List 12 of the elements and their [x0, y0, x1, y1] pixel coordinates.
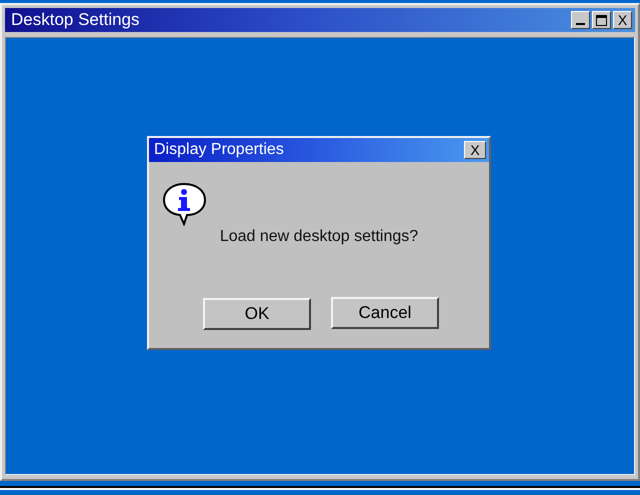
dialog-title: Display Properties: [154, 141, 284, 159]
dialog-button[interactable]: OK: [203, 298, 311, 330]
window-title: Desktop Settings: [11, 10, 140, 30]
minimize-button[interactable]: [571, 11, 590, 29]
maximize-button[interactable]: [592, 11, 611, 29]
close-button[interactable]: X: [613, 11, 632, 29]
dialog-message: Load new desktop settings?: [218, 228, 420, 246]
dialog-button[interactable]: Cancel: [331, 297, 439, 329]
minimize-icon: [576, 23, 585, 25]
maximize-icon: [596, 14, 607, 26]
info-icon: [162, 182, 208, 226]
close-button[interactable]: X: [464, 141, 486, 159]
